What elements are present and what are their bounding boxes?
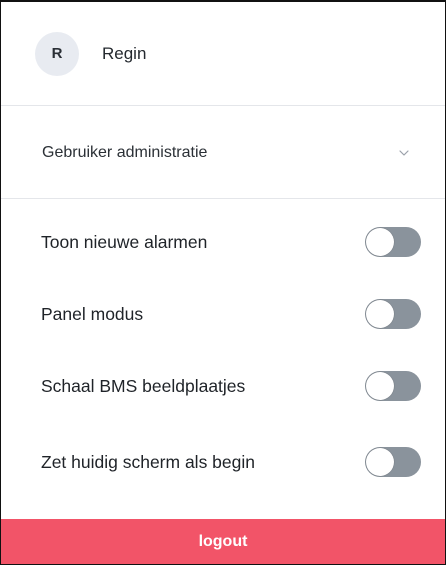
panel-mode-toggle[interactable] xyxy=(365,299,421,329)
setting-label: Panel modus xyxy=(41,303,144,324)
setting-panel-mode: Panel modus xyxy=(1,284,445,344)
setting-set-current-screen-as-start: Zet huidig scherm als begin xyxy=(1,432,445,492)
setting-label: Schaal BMS beeldplaatjes xyxy=(41,375,246,396)
logout-label: logout xyxy=(198,532,248,550)
toggle-knob xyxy=(366,300,394,328)
user-administration-label: Gebruiker administratie xyxy=(42,143,208,161)
scale-bms-images-toggle[interactable] xyxy=(365,371,421,401)
set-current-screen-as-start-toggle[interactable] xyxy=(365,447,421,477)
setting-scale-bms-images: Schaal BMS beeldplaatjes xyxy=(1,356,445,416)
toggle-knob xyxy=(366,372,394,400)
toggle-knob xyxy=(366,228,394,256)
avatar-initial: R xyxy=(51,45,63,62)
toggle-knob xyxy=(366,448,394,476)
avatar: R xyxy=(35,31,79,76)
setting-show-new-alarms: Toon nieuwe alarmen xyxy=(1,212,445,272)
user-menu-panel: R Regin Gebruiker administratie Toon nie… xyxy=(0,0,446,565)
show-new-alarms-toggle[interactable] xyxy=(365,227,421,257)
user-header: R Regin xyxy=(1,2,445,106)
user-name: Regin xyxy=(102,43,147,63)
setting-label: Zet huidig scherm als begin xyxy=(41,451,255,472)
chevron-down-icon xyxy=(397,146,411,160)
user-administration-menu[interactable]: Gebruiker administratie xyxy=(1,107,445,199)
setting-label: Toon nieuwe alarmen xyxy=(41,231,208,252)
logout-button[interactable]: logout xyxy=(1,519,445,564)
